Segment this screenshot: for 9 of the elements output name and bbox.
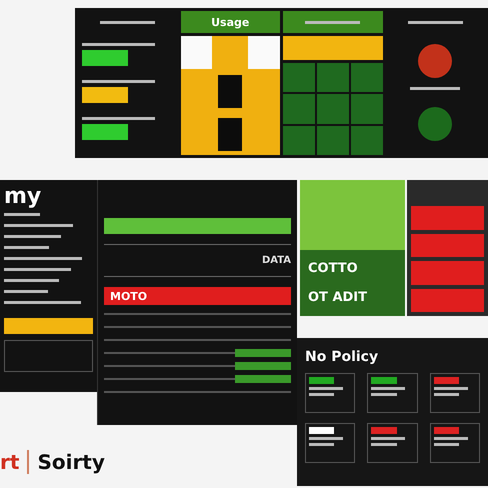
status-label: COTTO bbox=[308, 261, 359, 276]
panel-title: No Policy bbox=[305, 349, 378, 365]
data-label: DATA bbox=[262, 255, 291, 266]
alert-bar: MOTO bbox=[104, 287, 291, 305]
status-label: OT ADIT bbox=[308, 290, 368, 305]
panel-title: my bbox=[4, 184, 42, 209]
column-title: Usage bbox=[211, 16, 250, 28]
logo-text: rt bbox=[0, 450, 30, 474]
logo-text: Soirty bbox=[37, 450, 105, 474]
